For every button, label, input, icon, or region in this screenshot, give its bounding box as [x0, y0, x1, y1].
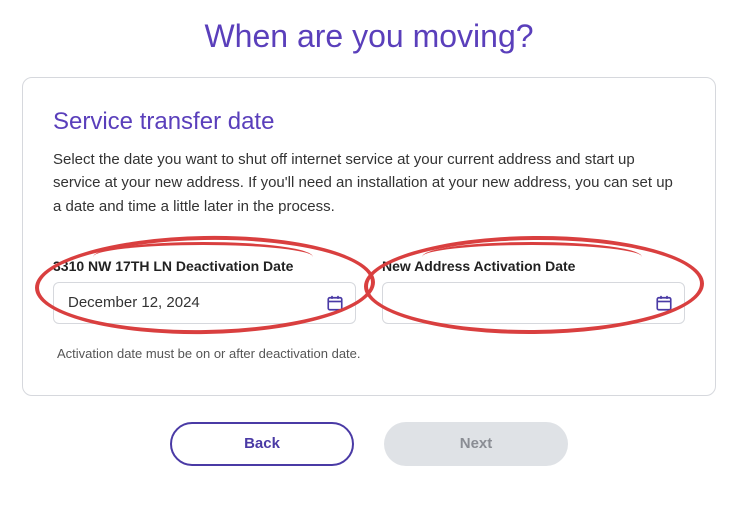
deactivation-date-input[interactable]: [53, 282, 356, 324]
activation-date-input[interactable]: [382, 282, 685, 324]
activation-hint: Activation date must be on or after deac…: [57, 346, 685, 361]
next-button[interactable]: Next: [384, 422, 568, 466]
section-description: Select the date you want to shut off int…: [53, 148, 685, 218]
activation-field-group: New Address Activation Date: [382, 258, 685, 324]
activation-label: New Address Activation Date: [382, 258, 685, 274]
section-title: Service transfer date: [53, 108, 685, 136]
service-transfer-card: Service transfer date Select the date yo…: [22, 77, 716, 396]
activation-input-wrap: [382, 282, 685, 324]
page-title: When are you moving?: [204, 18, 533, 55]
deactivation-label: 3310 NW 17TH LN Deactivation Date: [53, 258, 356, 274]
deactivation-field-group: 3310 NW 17TH LN Deactivation Date: [53, 258, 356, 324]
nav-buttons: Back Next: [170, 422, 568, 466]
back-button[interactable]: Back: [170, 422, 354, 466]
date-fields-row: 3310 NW 17TH LN Deactivation Date New Ad…: [53, 258, 685, 324]
deactivation-input-wrap: [53, 282, 356, 324]
